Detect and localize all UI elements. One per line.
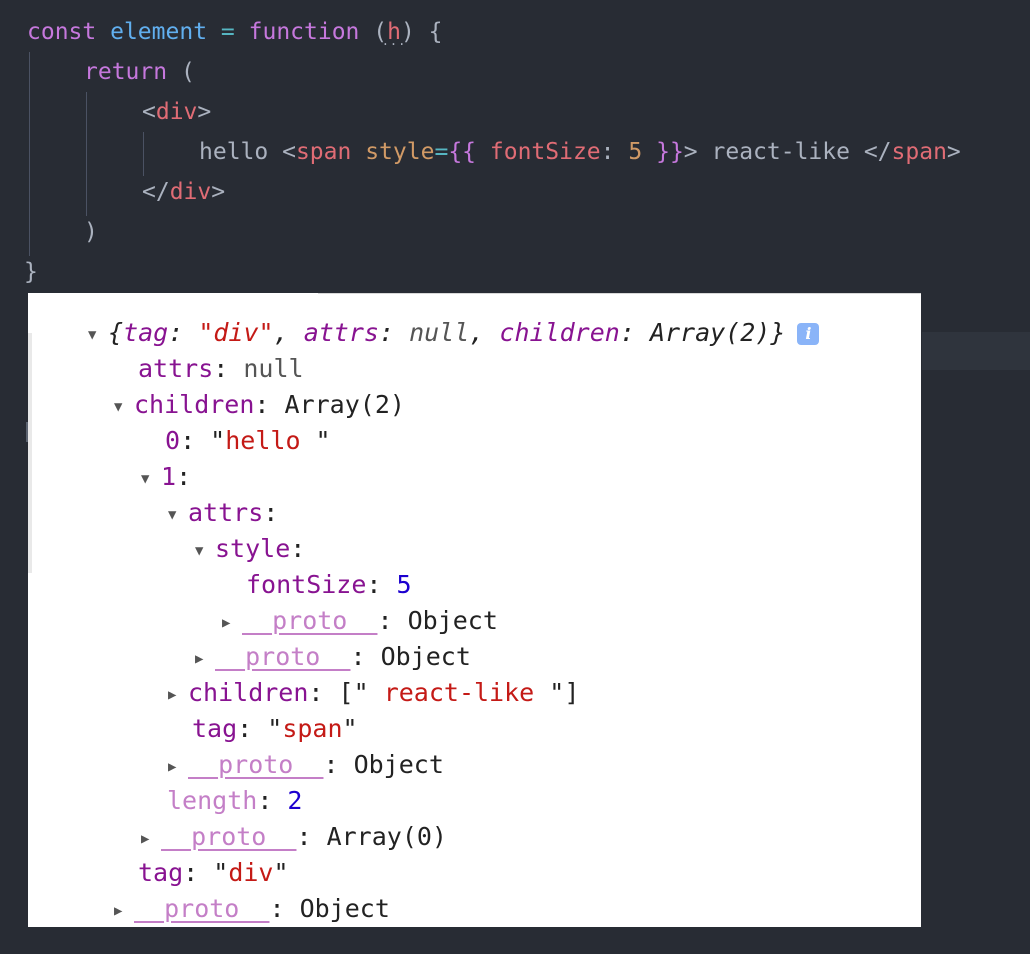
jsx-text: react-like: [697, 139, 864, 165]
param-hint-dots: ...: [381, 34, 407, 48]
prop-row-tag: tag: "div": [138, 858, 289, 887]
expand-triangle-icon[interactable]: ▼: [168, 497, 188, 533]
prop-row-length: length: 2: [167, 786, 303, 815]
brace-close: }: [24, 259, 38, 285]
collapse-triangle-icon[interactable]: ▶: [114, 893, 134, 927]
prop-row-array-proto[interactable]: ▶ __proto__: Array(0): [141, 819, 447, 855]
console-object-inspector[interactable]: ▼ {tag: "div", attrs: null, children: Arr…: [28, 293, 921, 927]
code-line-4: hello <span style={{ fontSize: 5 }}> rea…: [199, 132, 961, 172]
jsx-tag-span-close: span: [891, 139, 947, 165]
brace-close: }}: [656, 139, 684, 165]
summary-close: }: [770, 318, 786, 347]
jsx-lt: <: [282, 139, 296, 165]
prop-row-root-proto[interactable]: ▶ __proto__: Object: [114, 891, 390, 927]
summary-val-children: Array(2): [649, 318, 771, 347]
operator-eq: =: [434, 139, 449, 165]
collapse-triangle-icon[interactable]: ▶: [195, 641, 215, 677]
prop-row-attrs-proto[interactable]: ▶ __proto__: Object: [195, 639, 471, 675]
paren-open: (: [180, 59, 195, 85]
prop-row-style-proto[interactable]: ▶ __proto__: Object: [222, 603, 498, 639]
code-line-1: const element = function (h...) {: [27, 12, 443, 52]
panel-border: [318, 293, 921, 299]
jsx-tag-div: div: [155, 99, 198, 125]
param-h[interactable]: h...: [382, 19, 406, 47]
indent-guide: [143, 132, 144, 176]
jsx-tag-div-close: div: [169, 179, 212, 205]
keyword-function: function: [248, 19, 360, 45]
panel-edge: [28, 333, 32, 573]
indent-guide: [86, 92, 87, 216]
prop-row-attrs: attrs: null: [138, 354, 304, 383]
collapse-triangle-icon[interactable]: ▶: [141, 821, 161, 857]
summary-val-tag: "div": [198, 318, 274, 347]
variable-name: element: [110, 19, 208, 45]
summary-open: {: [108, 318, 124, 347]
prop-row-child1-attrs[interactable]: ▼ attrs:: [168, 495, 278, 531]
current-line-highlight: [922, 332, 1030, 370]
summary-val-attrs: null: [409, 318, 470, 347]
jsx-lt: <: [142, 99, 156, 125]
keyword-return: return: [84, 59, 168, 85]
code-line-6: ): [84, 212, 98, 252]
jsx-gt: >: [211, 179, 226, 205]
jsx-gt: >: [197, 99, 212, 125]
expand-triangle-icon[interactable]: ▼: [195, 533, 215, 569]
prop-row-child-1[interactable]: ▼ 1:: [141, 459, 191, 495]
expand-triangle-icon[interactable]: ▼: [88, 317, 108, 353]
prop-row-child-0: 0: "hello ": [165, 426, 331, 455]
summary-key-children: children: [499, 318, 620, 347]
brace-open: {{: [448, 139, 477, 165]
summary-key-tag: tag: [123, 318, 169, 347]
jsx-gt: >: [683, 139, 698, 165]
expand-triangle-icon[interactable]: ▼: [114, 389, 134, 425]
summary-key-attrs: attrs: [303, 318, 379, 347]
code-line-7: }: [24, 252, 38, 292]
jsx-tag-span: span: [295, 139, 352, 165]
prop-row-children[interactable]: ▼ children: Array(2): [114, 387, 405, 423]
jsx-lt-slash: </: [863, 139, 892, 165]
prop-font-size: fontSize: [489, 139, 601, 165]
prop-row-style[interactable]: ▼ style:: [195, 531, 305, 567]
indent-guide: [29, 52, 30, 256]
prop-row-child1-children[interactable]: ▶ children: [" react-like "]: [168, 675, 579, 711]
number-5: 5: [628, 139, 643, 165]
prop-row-child1-tag: tag: "span": [192, 714, 358, 743]
paren-close-brace: ) {: [400, 19, 443, 45]
jsx-lt-slash: </: [142, 179, 170, 205]
operator-assign: =: [220, 19, 235, 45]
jsx-text: hello: [199, 139, 283, 165]
collapse-triangle-icon[interactable]: ▶: [222, 605, 242, 641]
info-icon[interactable]: i: [797, 323, 820, 345]
keyword-const: const: [27, 19, 97, 45]
code-line-3: <div>: [142, 92, 211, 132]
prop-row-child1-proto[interactable]: ▶ __proto__: Object: [168, 747, 444, 783]
code-line-5: </div>: [142, 172, 225, 212]
jsx-attr-style: style: [365, 139, 435, 165]
jsx-gt: >: [946, 139, 961, 165]
paren-close: ): [84, 219, 98, 245]
collapse-triangle-icon[interactable]: ▶: [168, 677, 188, 713]
code-line-2: return (: [84, 52, 195, 92]
collapse-triangle-icon[interactable]: ▶: [168, 749, 188, 785]
expand-triangle-icon[interactable]: ▼: [141, 461, 161, 497]
prop-row-font-size: fontSize: 5: [246, 570, 412, 599]
colon: :: [600, 139, 615, 165]
object-summary-row[interactable]: ▼ {tag: "div", attrs: null, children: Arr…: [88, 315, 820, 353]
